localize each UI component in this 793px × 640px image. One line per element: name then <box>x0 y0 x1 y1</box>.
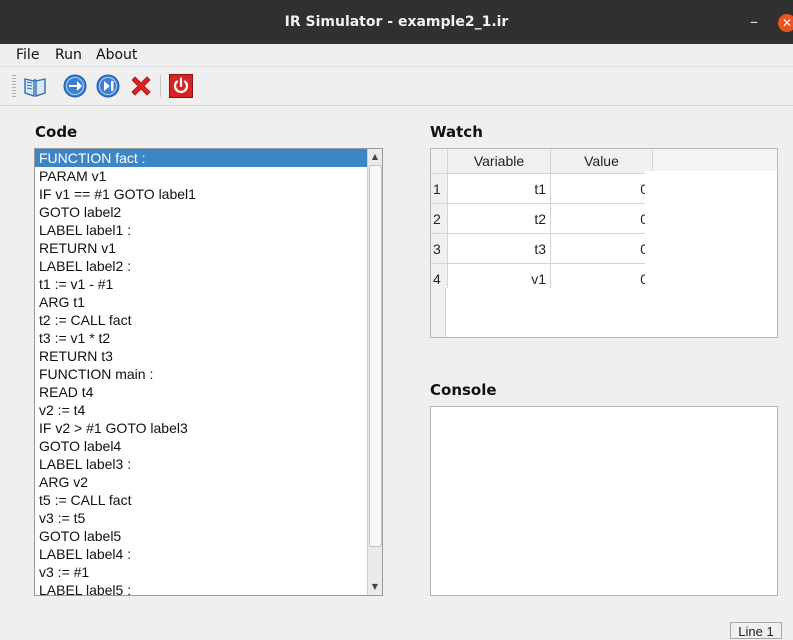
value-cell[interactable]: 0 <box>550 233 653 264</box>
code-list[interactable]: FUNCTION fact : PARAM v1 IF v1 == #1 GOTO … <box>35 149 368 595</box>
code-line[interactable]: t3 := v1 * t2 <box>35 329 368 347</box>
code-line[interactable]: LABEL label4 : <box>35 545 368 563</box>
code-line[interactable]: READ t4 <box>35 383 368 401</box>
corner-header[interactable] <box>431 149 448 174</box>
code-line[interactable]: v3 := t5 <box>35 509 368 527</box>
code-scrollbar[interactable]: ▲ ▼ <box>367 149 382 595</box>
row-header[interactable]: 2 <box>431 203 448 234</box>
code-list-box[interactable]: FUNCTION fact : PARAM v1 IF v1 == #1 GOTO … <box>34 148 383 596</box>
code-line[interactable]: IF v2 > #1 GOTO label3 <box>35 419 368 437</box>
run-arrow-icon[interactable] <box>62 73 88 99</box>
code-line[interactable]: ARG t1 <box>35 293 368 311</box>
close-button[interactable]: ✕ <box>778 14 793 32</box>
menu-about[interactable]: About <box>96 44 137 66</box>
variable-cell[interactable]: t2 <box>447 203 551 234</box>
code-line[interactable]: FUNCTION main : <box>35 365 368 383</box>
code-line[interactable]: LABEL label3 : <box>35 455 368 473</box>
watch-table-box[interactable]: Variable Value 1t102t203t304v10 <box>430 148 778 338</box>
toolbar-separator <box>160 75 161 97</box>
console-output[interactable] <box>430 406 778 596</box>
table-row[interactable]: 1t10 <box>431 173 653 204</box>
scroll-up-icon[interactable]: ▲ <box>368 150 382 164</box>
code-line[interactable]: LABEL label2 : <box>35 257 368 275</box>
code-title: Code <box>35 123 78 141</box>
row-header[interactable]: 3 <box>431 233 448 264</box>
code-line[interactable]: t5 := CALL fact <box>35 491 368 509</box>
watch-table: Variable Value 1t102t203t304v10 <box>431 149 653 294</box>
scrollbar-thumb[interactable] <box>369 165 382 547</box>
watch-row-header-empty <box>431 288 446 337</box>
toolbar-grip[interactable] <box>12 75 16 97</box>
menu-file[interactable]: File <box>16 44 39 66</box>
scroll-down-icon[interactable]: ▼ <box>368 580 382 594</box>
minimize-button[interactable]: – <box>738 0 770 44</box>
open-book-icon[interactable] <box>22 73 48 99</box>
status-line-indicator: Line 1 <box>730 622 782 639</box>
code-line[interactable]: FUNCTION fact : <box>35 149 368 167</box>
value-cell[interactable]: 0 <box>550 203 653 234</box>
variable-cell[interactable]: t3 <box>447 233 551 264</box>
toolbar <box>0 66 793 106</box>
code-line[interactable]: GOTO label5 <box>35 527 368 545</box>
step-icon[interactable] <box>95 73 121 99</box>
code-line[interactable]: LABEL label1 : <box>35 221 368 239</box>
watch-title: Watch <box>430 123 483 141</box>
code-line[interactable]: GOTO label4 <box>35 437 368 455</box>
code-line[interactable]: RETURN v1 <box>35 239 368 257</box>
column-header-value[interactable]: Value <box>550 149 653 174</box>
code-line[interactable]: ARG v2 <box>35 473 368 491</box>
code-line[interactable]: RETURN t3 <box>35 347 368 365</box>
menu-bar: File Run About <box>0 44 793 66</box>
code-line[interactable]: IF v1 == #1 GOTO label1 <box>35 185 368 203</box>
watch-empty-area <box>645 171 777 288</box>
value-cell[interactable]: 0 <box>550 173 653 204</box>
code-line[interactable]: t1 := v1 - #1 <box>35 275 368 293</box>
table-row[interactable]: 2t20 <box>431 203 653 234</box>
column-header-variable[interactable]: Variable <box>447 149 551 174</box>
window-title: IR Simulator - example2_1.ir <box>284 14 509 30</box>
code-line[interactable]: v2 := t4 <box>35 401 368 419</box>
watch-empty-body <box>446 288 777 337</box>
code-line[interactable]: LABEL label5 : <box>35 581 368 595</box>
code-line[interactable]: t2 := CALL fact <box>35 311 368 329</box>
stop-x-icon[interactable] <box>128 73 154 99</box>
menu-run[interactable]: Run <box>55 44 82 66</box>
console-title: Console <box>430 381 497 399</box>
row-header[interactable]: 1 <box>431 173 448 204</box>
code-line[interactable]: v3 := #1 <box>35 563 368 581</box>
title-bar: IR Simulator - example2_1.ir – ✕ <box>0 0 793 44</box>
table-row[interactable]: 3t30 <box>431 233 653 264</box>
variable-cell[interactable]: t1 <box>447 173 551 204</box>
code-line[interactable]: GOTO label2 <box>35 203 368 221</box>
code-line[interactable]: PARAM v1 <box>35 167 368 185</box>
power-icon[interactable] <box>168 73 194 99</box>
